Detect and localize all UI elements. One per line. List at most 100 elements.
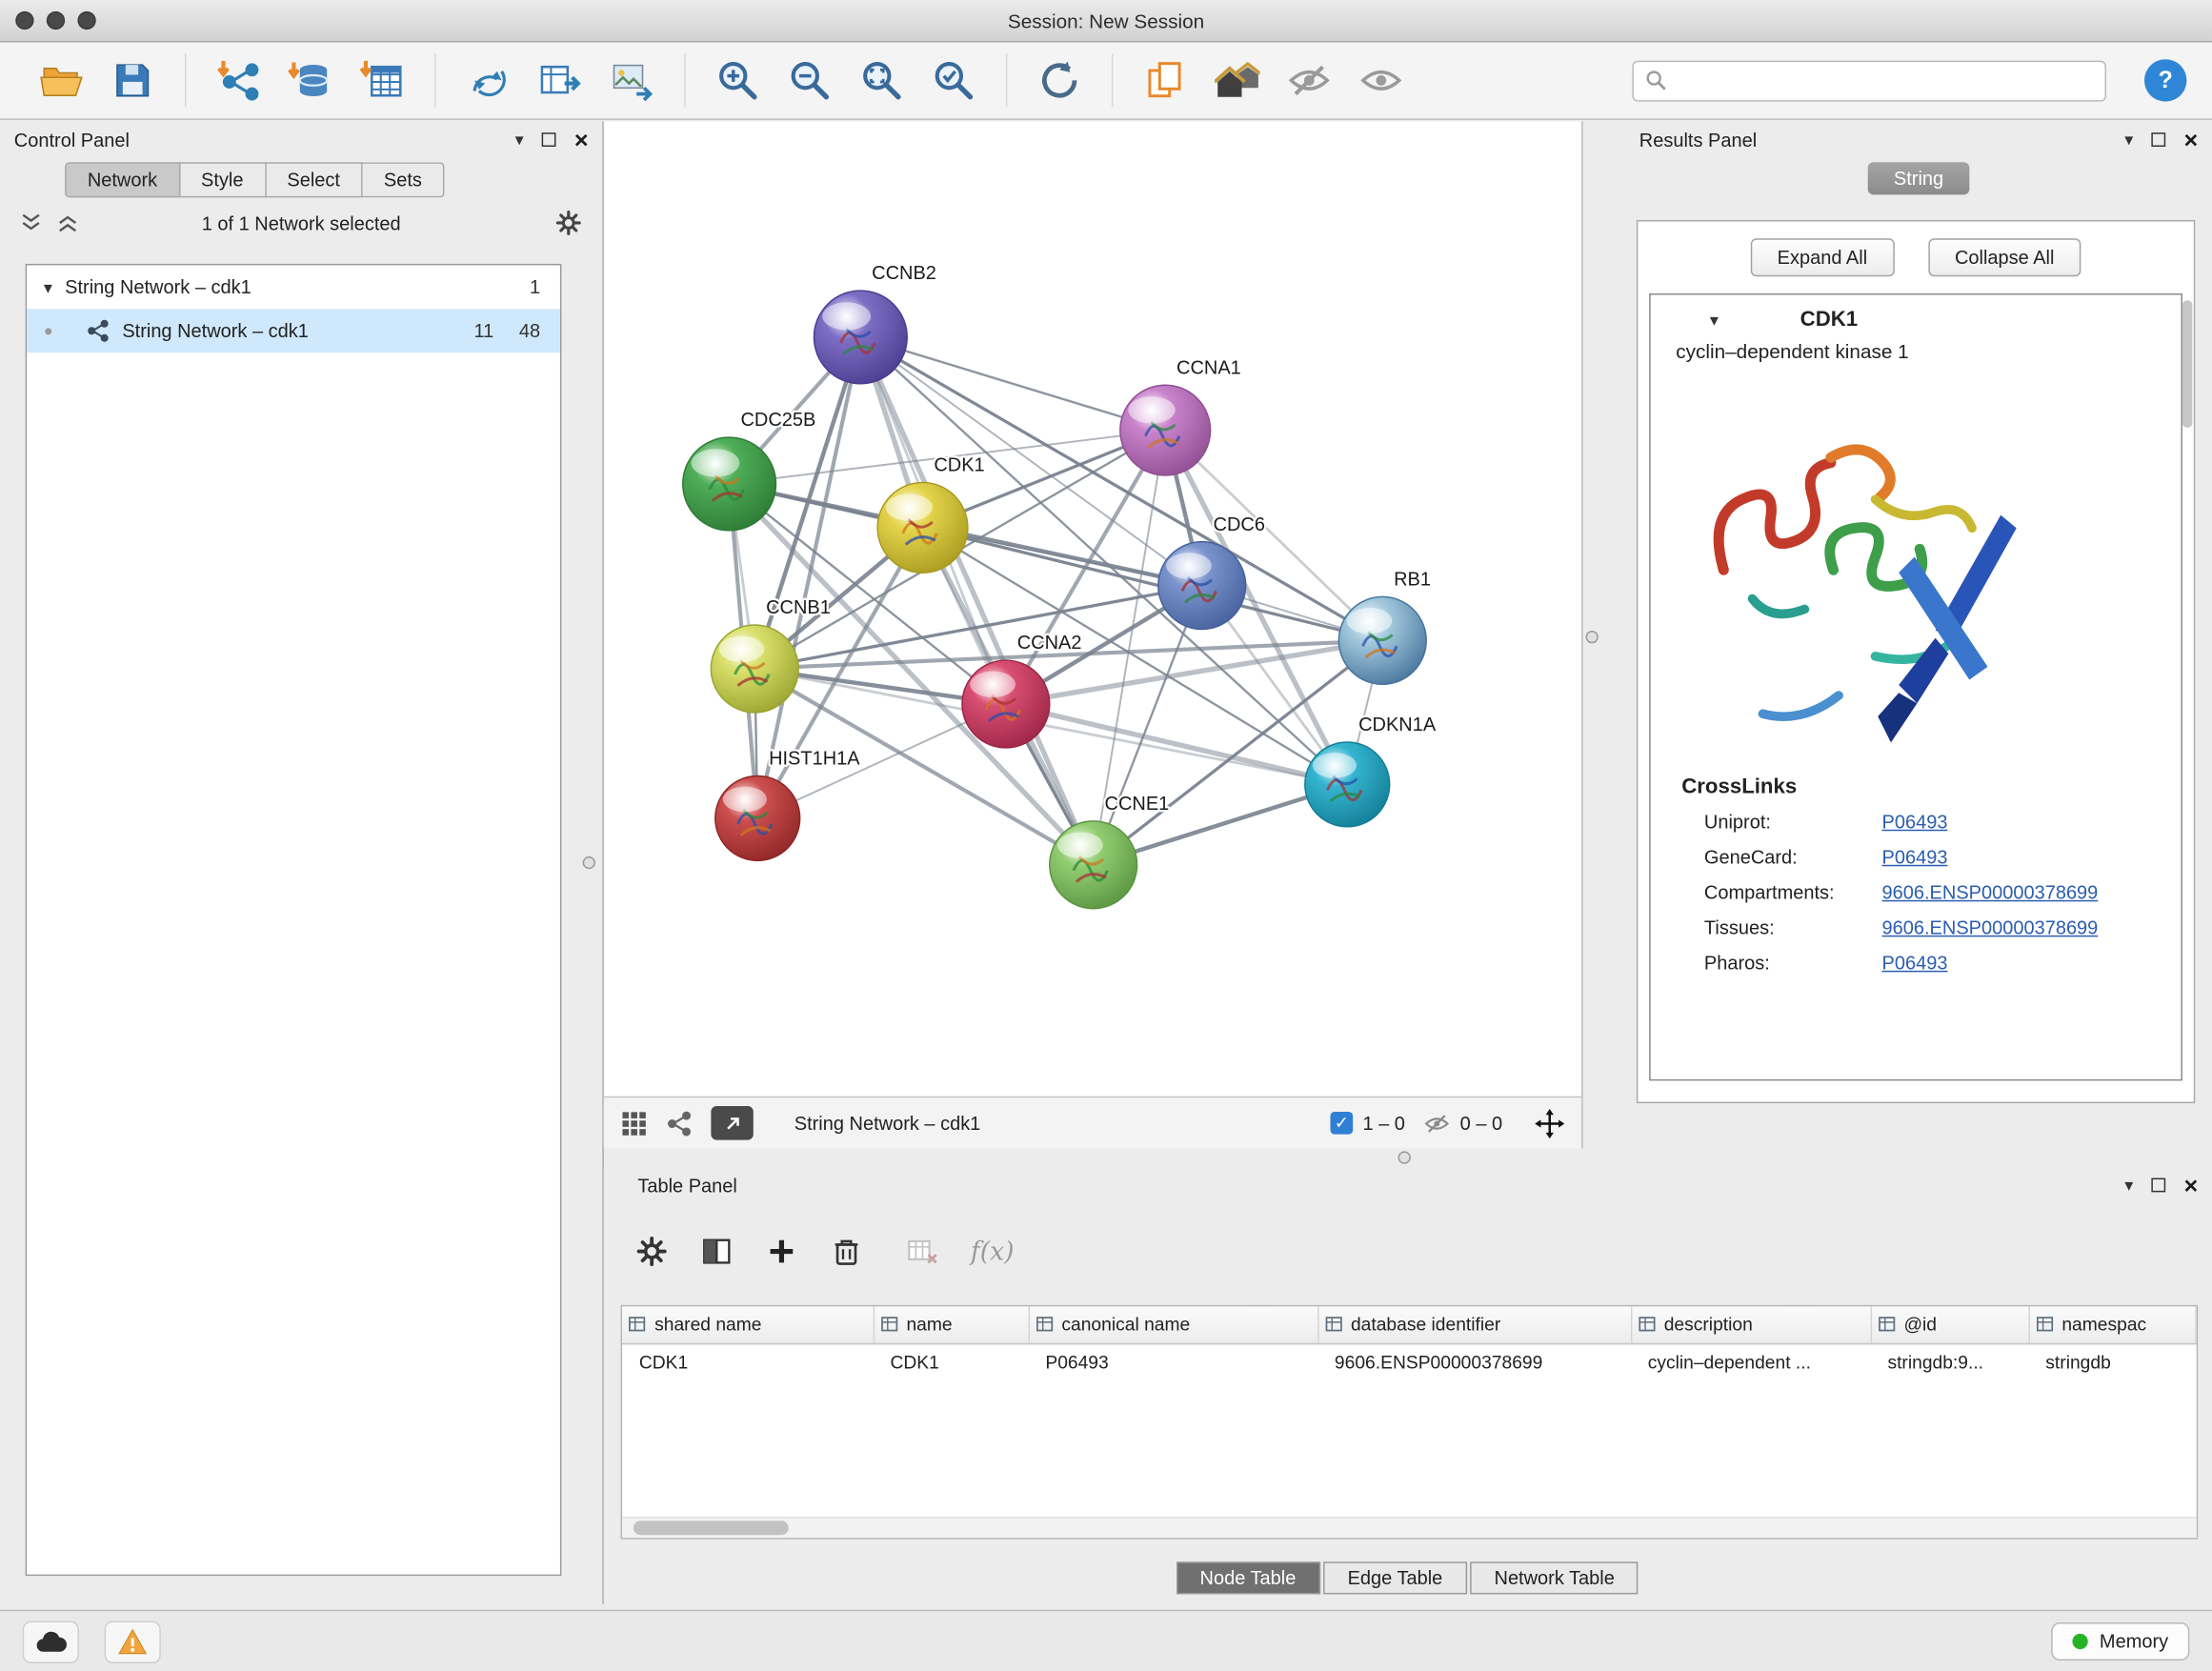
table-horizontal-scrollbar[interactable] <box>622 1517 2197 1538</box>
help-button[interactable]: ? <box>2144 59 2186 101</box>
crosslink-tissues-link[interactable]: 9606.ENSP00000378699 <box>1882 917 2099 938</box>
control-panel-title: Control Panel <box>14 130 130 151</box>
network-node-CDKN1A[interactable]: CDKN1A <box>1305 715 1437 827</box>
window-minimize-button[interactable] <box>47 11 65 30</box>
control-panel-float-icon[interactable] <box>542 132 556 147</box>
new-network-from-selection-button[interactable] <box>461 53 514 107</box>
column-header-namespace[interactable]: namespac <box>2029 1306 2196 1343</box>
search-input[interactable] <box>1676 70 2093 91</box>
delete-trash-icon[interactable] <box>830 1235 864 1269</box>
horizontal-splitter[interactable] <box>604 1148 2212 1166</box>
window-close-button[interactable] <box>15 11 33 30</box>
cell-namespace: stringdb <box>2029 1343 2196 1381</box>
birdseye-view-icon[interactable] <box>666 1110 693 1137</box>
vertical-splitter-handle[interactable] <box>583 856 595 869</box>
protein-section-collapse-icon[interactable]: ▾ <box>1710 312 1719 329</box>
tab-sets[interactable]: Sets <box>363 162 445 197</box>
zoom-in-button[interactable] <box>711 53 764 107</box>
crosslink-label: Compartments: <box>1704 882 1882 903</box>
open-session-button[interactable] <box>34 53 88 107</box>
add-row-plus-icon[interactable] <box>765 1235 799 1269</box>
expand-all-button[interactable]: Expand All <box>1751 238 1895 276</box>
home-button[interactable] <box>1211 53 1264 107</box>
tab-string[interactable]: String <box>1868 162 1969 194</box>
network-options-gear-icon[interactable] <box>554 209 583 237</box>
collapse-all-button[interactable]: Collapse All <box>1928 238 2081 276</box>
column-header-database-identifier[interactable]: database identifier <box>1317 1306 1631 1343</box>
zoom-fit-button[interactable] <box>855 53 908 107</box>
search-box[interactable] <box>1632 60 2106 101</box>
export-image-button[interactable] <box>605 53 658 107</box>
network-edge[interactable] <box>860 337 1165 431</box>
cloud-status-button[interactable] <box>23 1621 79 1662</box>
import-network-from-database-button[interactable] <box>284 53 337 107</box>
results-panel-collapse-icon[interactable]: ▾ <box>2124 131 2133 149</box>
show-all-button[interactable] <box>1355 53 1408 107</box>
export-network-button[interactable] <box>533 53 587 107</box>
column-header-description[interactable]: description <box>1631 1306 1871 1343</box>
hide-selected-button[interactable] <box>1282 53 1336 107</box>
network-node-CCNB1[interactable]: CCNB1 <box>711 597 831 713</box>
column-header-canonical-name[interactable]: canonical name <box>1029 1306 1318 1343</box>
selected-nodes-checkbox[interactable]: ✓ <box>1330 1112 1353 1135</box>
node-label-CDC6: CDC6 <box>1214 514 1265 535</box>
show-columns-icon[interactable] <box>700 1235 734 1269</box>
save-session-button[interactable] <box>106 53 159 107</box>
zoom-out-button[interactable] <box>783 53 836 107</box>
detach-view-button[interactable] <box>711 1106 753 1140</box>
column-icon <box>1638 1316 1656 1334</box>
crosslink-pharos-link[interactable]: P06493 <box>1882 953 1948 974</box>
table-panel-float-icon[interactable] <box>2151 1178 2165 1193</box>
network-node-CCNB2[interactable]: CCNB2 <box>814 263 935 384</box>
network-canvas[interactable]: CCNB2CCNA1CDC25BCDK1CDC6RB1CCNB1CCNA2CDK… <box>604 121 1583 1095</box>
network-node-HIST1H1A[interactable]: HIST1H1A <box>715 749 860 861</box>
crosslink-uniprot-link[interactable]: P06493 <box>1882 812 1948 833</box>
memory-button[interactable]: Memory <box>2052 1622 2190 1661</box>
window-zoom-button[interactable] <box>77 11 95 30</box>
tab-select[interactable]: Select <box>266 162 362 197</box>
table-row[interactable]: CDK1 CDK1 P06493 9606.ENSP00000378699 cy… <box>622 1343 2196 1381</box>
table-panel-close-icon[interactable]: × <box>2184 1173 2199 1197</box>
zoom-selected-button[interactable] <box>927 53 980 107</box>
tab-network[interactable]: Network <box>65 162 180 197</box>
table-panel-collapse-icon[interactable]: ▾ <box>2124 1177 2133 1194</box>
column-header-id[interactable]: @id <box>1871 1306 2029 1343</box>
results-panel-close-icon[interactable]: × <box>2184 128 2199 151</box>
results-panel-float-icon[interactable] <box>2151 132 2165 147</box>
pan-crosshair-icon[interactable] <box>1535 1108 1564 1137</box>
network-node-CDC25B[interactable]: CDC25B <box>683 410 816 531</box>
copy-document-button[interactable] <box>1138 53 1192 107</box>
scrollbar-thumb[interactable] <box>633 1520 789 1535</box>
table-options-gear-icon[interactable] <box>634 1235 669 1269</box>
import-network-from-file-button[interactable] <box>211 53 265 107</box>
grid-view-icon[interactable] <box>621 1110 648 1137</box>
column-header-shared-name[interactable]: shared name <box>622 1306 874 1343</box>
import-table-button[interactable] <box>355 53 409 107</box>
function-builder-icon[interactable]: f(x) <box>971 1237 1015 1266</box>
tree-expand-icon[interactable]: ▾ <box>44 278 52 295</box>
control-panel-close-icon[interactable]: × <box>574 128 589 151</box>
refresh-button[interactable] <box>1033 53 1086 107</box>
network-collection-row[interactable]: ▾ String Network – cdk1 1 <box>27 265 560 309</box>
tab-style[interactable]: Style <box>180 162 266 197</box>
network-node-CCNA1[interactable]: CCNA1 <box>1120 357 1241 475</box>
hidden-eye-slash-icon[interactable] <box>1423 1110 1450 1137</box>
tab-node-table[interactable]: Node Table <box>1176 1561 1319 1594</box>
cell-canonical-name: P06493 <box>1029 1343 1318 1381</box>
network-node-CDC6[interactable]: CDC6 <box>1158 514 1265 630</box>
column-header-name[interactable]: name <box>874 1306 1029 1343</box>
vertical-splitter-handle[interactable] <box>1586 631 1599 643</box>
results-scrollbar[interactable] <box>2182 300 2192 427</box>
node-label-HIST1H1A: HIST1H1A <box>769 749 860 770</box>
network-row[interactable]: ● String Network – cdk1 11 48 <box>27 309 560 352</box>
tab-edge-table[interactable]: Edge Table <box>1323 1561 1466 1594</box>
crosslink-compartments-link[interactable]: 9606.ENSP00000378699 <box>1882 882 2099 903</box>
horizontal-splitter-handle[interactable] <box>1398 1151 1411 1163</box>
crosslink-genecard-link[interactable]: P06493 <box>1882 847 1948 868</box>
window-title: Session: New Session <box>0 0 2212 42</box>
tab-network-table[interactable]: Network Table <box>1470 1561 1639 1594</box>
network-node-RB1[interactable]: RB1 <box>1338 570 1431 685</box>
control-panel-collapse-icon[interactable]: ▾ <box>515 131 524 149</box>
network-edge[interactable] <box>860 337 1093 865</box>
warning-button[interactable] <box>105 1621 161 1662</box>
